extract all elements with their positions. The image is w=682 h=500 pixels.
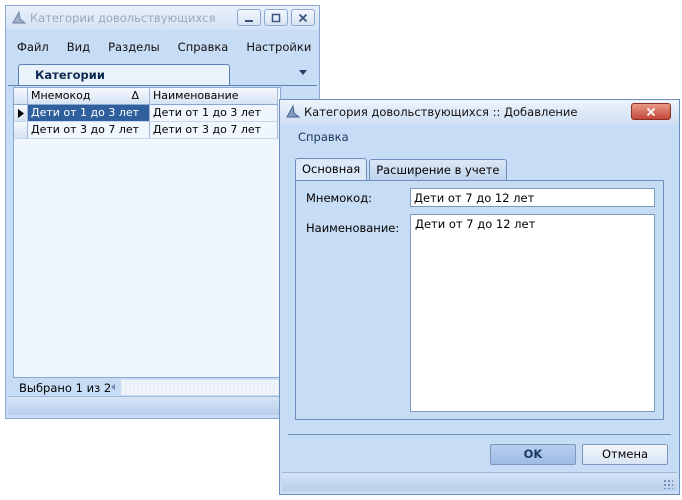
dialog-title: Категория довольствующихся :: Добавление <box>304 105 578 119</box>
menu-sections[interactable]: Разделы <box>99 34 169 60</box>
dialog-titlebar[interactable]: Категория довольствующихся :: Добавление <box>280 100 679 124</box>
column-header-mnemo[interactable]: Мнемокод Δ <box>28 88 150 105</box>
tab-panel-main: Мнемокод: Дети от 7 до 12 лет Наименован… <box>295 180 664 420</box>
row-indicator-header <box>14 88 28 105</box>
close-icon <box>646 107 656 116</box>
grid-status-bar: Выбрано 1 из 2 <box>13 378 281 397</box>
app-logo-icon <box>286 104 301 118</box>
menu-settings[interactable]: Настройки <box>237 34 320 60</box>
selection-count: Выбрано 1 из 2 <box>19 381 112 395</box>
sort-ascending-icon: Δ <box>131 89 139 102</box>
restore-icon <box>271 13 281 22</box>
name-textarea[interactable]: Дети от 7 до 12 лет <box>410 214 655 412</box>
button-separator <box>288 434 671 435</box>
dialog-status-bar <box>282 472 677 491</box>
mnemo-label: Мнемокод: <box>306 191 373 205</box>
tab-main[interactable]: Основная <box>295 158 368 180</box>
triangle-right-icon <box>17 108 24 118</box>
close-button[interactable] <box>291 9 315 26</box>
mnemo-input[interactable]: Дети от 7 до 12 лет <box>410 188 655 207</box>
minimize-icon <box>245 19 253 22</box>
cell-name[interactable]: Дети от 3 до 7 лет <box>150 122 278 139</box>
cell-mnemo[interactable]: Дети от 1 до 3 лет <box>28 105 150 122</box>
tab-accounting-extension[interactable]: Расширение в учете <box>369 159 507 180</box>
dialog-close-button[interactable] <box>631 103 671 120</box>
document-tab[interactable]: Категории довольствующихся <box>18 64 230 102</box>
menu-view[interactable]: Вид <box>58 34 99 60</box>
row-indicator <box>14 122 28 139</box>
scroll-left-arrow-icon[interactable] <box>111 384 115 390</box>
menu-help[interactable]: Справка <box>169 34 238 60</box>
column-header-name[interactable]: Наименование <box>150 88 278 105</box>
ok-button[interactable]: OK <box>490 444 576 465</box>
restore-button[interactable] <box>264 9 288 26</box>
main-window-status-bar <box>8 396 317 415</box>
document-tab-strip: Категории довольствующихся <box>8 61 317 102</box>
close-icon <box>298 13 308 22</box>
menu-file[interactable]: Файл <box>8 34 58 60</box>
minimize-button[interactable] <box>237 9 261 26</box>
table-row[interactable]: Дети от 1 до 3 лет Дети от 1 до 3 лет <box>14 105 278 122</box>
help-link[interactable]: Справка <box>298 130 349 144</box>
current-row-indicator <box>14 105 28 122</box>
dialog-tabs: Основная Расширение в учете <box>295 158 509 180</box>
data-grid[interactable]: Мнемокод Δ Наименование Дети от 1 до 3 л… <box>13 87 281 378</box>
menu-bar: Файл Вид Разделы Справка Настройки <box>8 34 317 60</box>
app-logo-icon <box>12 10 27 24</box>
add-dialog-window[interactable]: Категория довольствующихся :: Добавление… <box>279 99 680 495</box>
cancel-button[interactable]: Отмена <box>582 444 668 465</box>
main-window-title: Категории довольствующихся <box>30 11 216 25</box>
cell-name[interactable]: Дети от 1 до 3 лет <box>150 105 278 122</box>
tab-list-chevron-down-icon[interactable] <box>299 70 307 75</box>
cell-mnemo[interactable]: Дети от 3 до 7 лет <box>28 122 150 139</box>
main-window-titlebar[interactable]: Категории довольствующихся <box>6 6 319 30</box>
table-row[interactable]: Дети от 3 до 7 лет Дети от 3 до 7 лет <box>14 122 278 139</box>
main-window[interactable]: Категории довольствующихся Файл Вид Разд… <box>5 5 320 419</box>
grid-header-row: Мнемокод Δ Наименование <box>14 88 278 105</box>
resize-grip-icon[interactable] <box>663 479 673 489</box>
name-label: Наименование: <box>306 221 400 235</box>
horizontal-scrollbar[interactable] <box>121 380 281 395</box>
